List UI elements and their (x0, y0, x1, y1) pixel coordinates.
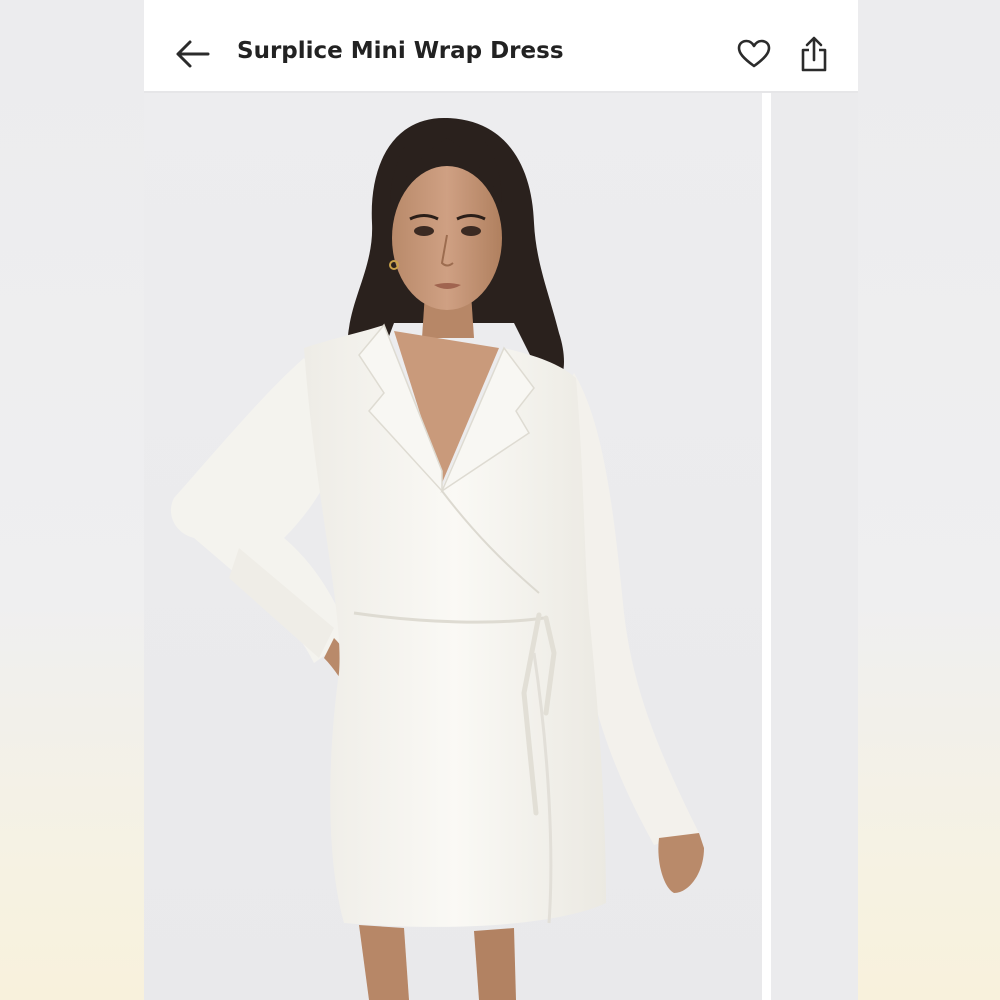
back-button[interactable] (172, 30, 212, 78)
carousel-slide-gap (762, 93, 771, 1000)
page-title: Surplice Mini Wrap Dress (237, 38, 564, 64)
heart-outline-icon (737, 39, 771, 68)
app-screen: Surplice Mini Wrap Dress (144, 0, 858, 1000)
arrow-left-icon (176, 40, 210, 68)
share-icon (801, 36, 827, 72)
share-button[interactable] (794, 32, 834, 76)
product-image-carousel[interactable] (144, 93, 858, 1000)
next-product-photo-peek[interactable] (771, 93, 858, 1000)
top-app-bar: Surplice Mini Wrap Dress (144, 0, 858, 92)
favorite-button[interactable] (734, 34, 774, 74)
model-white-wrap-dress-photo (144, 93, 762, 1000)
product-image-current[interactable] (144, 93, 762, 1000)
